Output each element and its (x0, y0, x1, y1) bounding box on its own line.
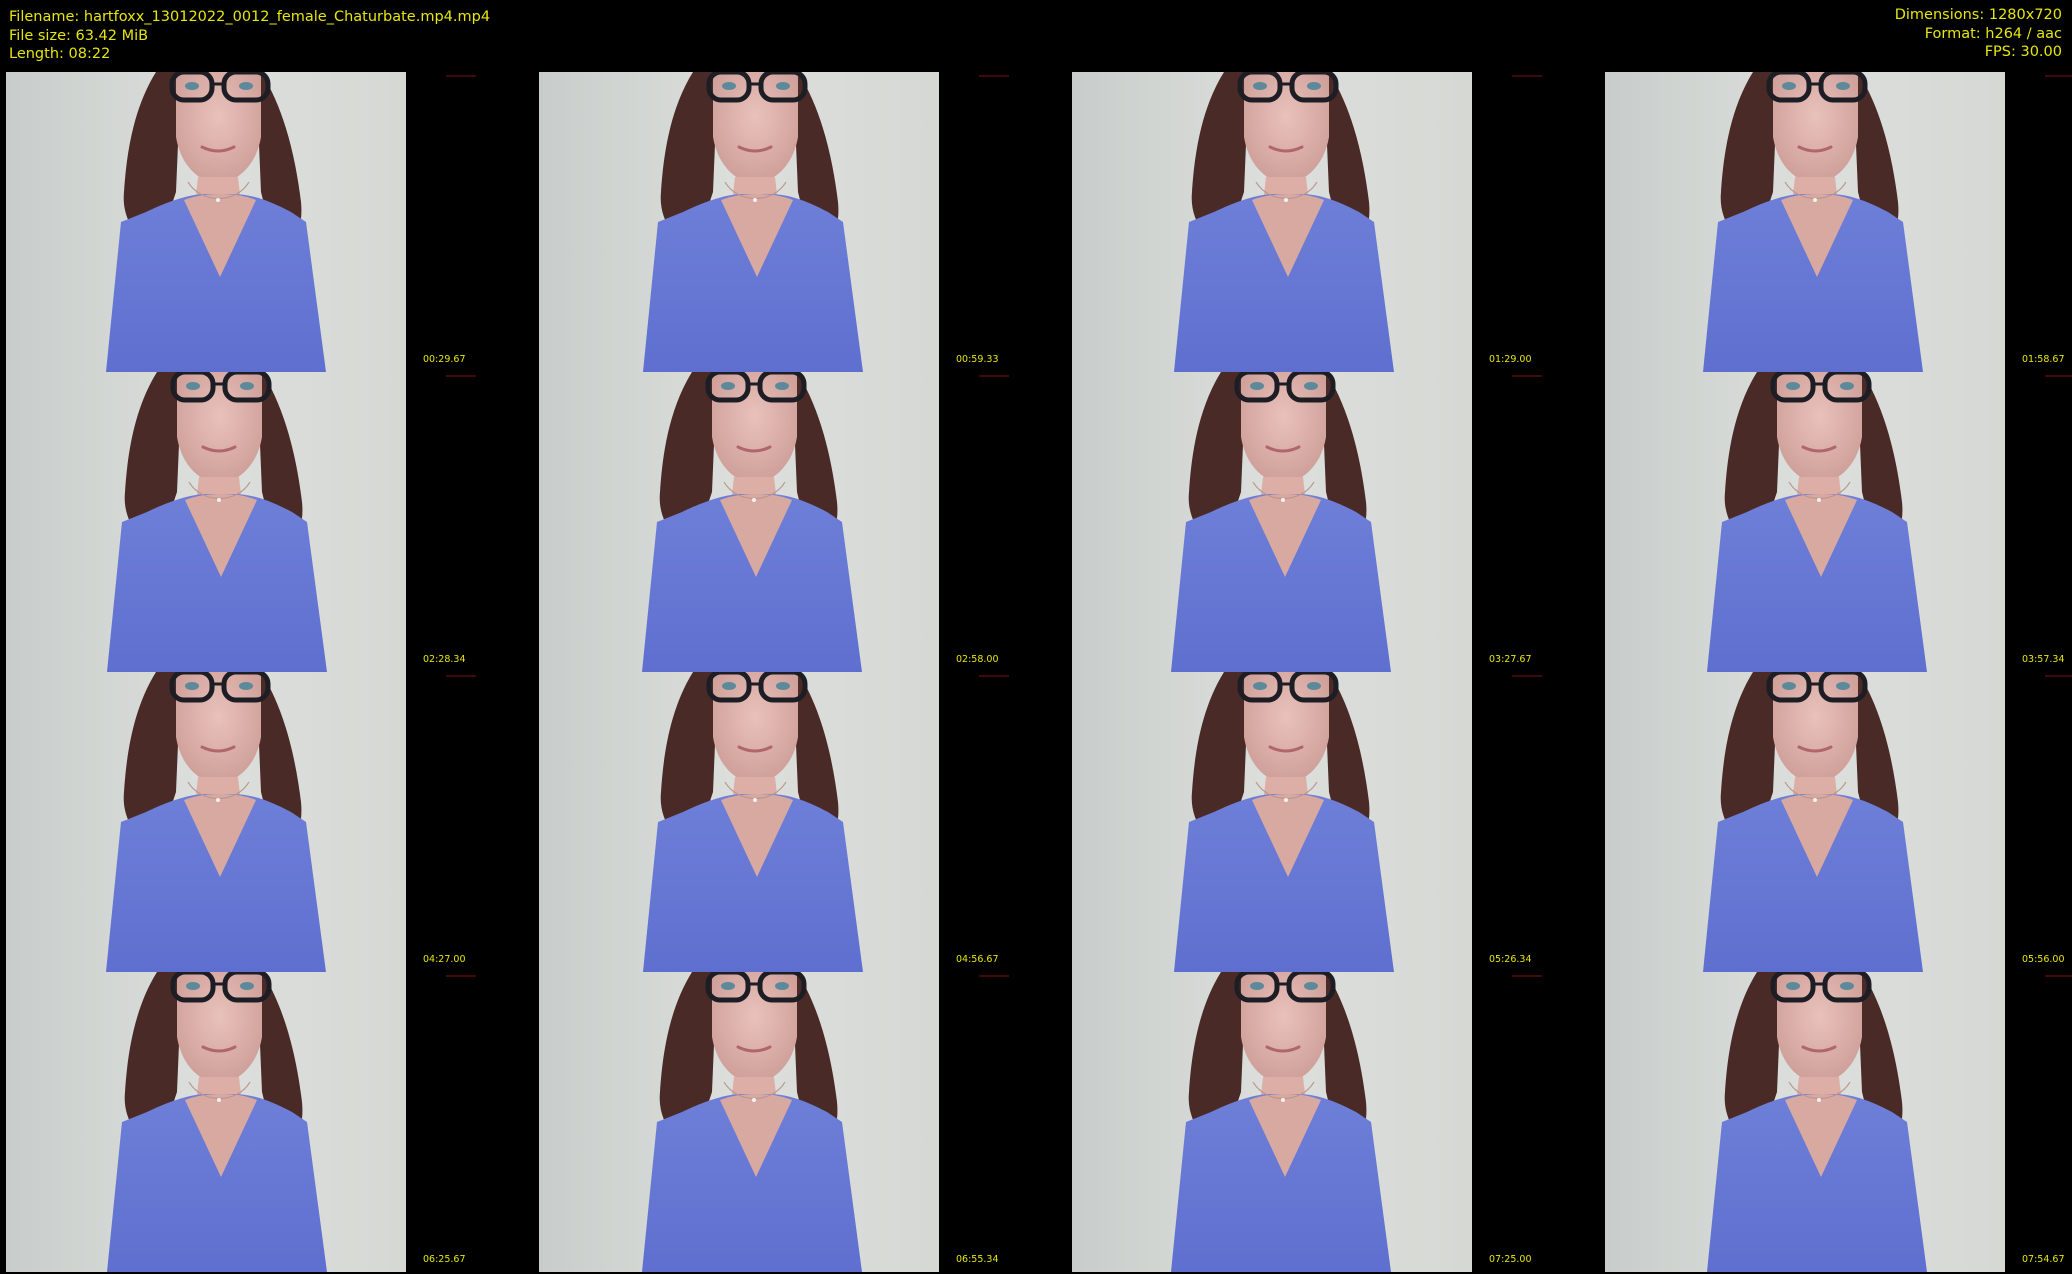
thumbnail-timestamp: 00:29.67 (423, 354, 466, 365)
frame-marker (1512, 375, 1542, 377)
thumbnail-cell: 01:29.00 (1072, 72, 1605, 372)
file-size-text: File size: 63.42 MiB (9, 27, 149, 44)
frame-marker (1512, 675, 1542, 677)
file-info: Filename: hartfoxx_13012022_0012_female_… (9, 8, 490, 64)
video-frame[interactable] (1072, 72, 1472, 372)
thumbnail-cell: 02:28.34 (6, 372, 539, 672)
thumbnail-cell: 05:56.00 (1605, 672, 2072, 972)
thumbnail-timestamp: 05:26.34 (1489, 954, 1532, 965)
thumbnail-cell: 06:25.67 (6, 972, 539, 1272)
video-frame[interactable] (1605, 72, 2005, 372)
thumbnail-cell: 04:27.00 (6, 672, 539, 972)
filename-text: Filename: hartfoxx_13012022_0012_female_… (9, 9, 491, 25)
thumbnail-cell: 03:27.67 (1072, 372, 1605, 672)
thumbnail-timestamp: 02:58.00 (956, 654, 999, 665)
frame-marker (2045, 375, 2072, 377)
thumbnail-cell: 02:58.00 (539, 372, 1072, 672)
frame-marker (446, 675, 476, 677)
video-frame[interactable] (1072, 672, 1472, 972)
thumbnail-timestamp: 01:58.67 (2022, 354, 2065, 365)
thumbnail-cell: 01:58.67 (1605, 72, 2072, 372)
frame-marker (1512, 975, 1542, 977)
video-info: Dimensions: 1280x720 Format: h264 / aac … (1895, 6, 2062, 62)
video-frame[interactable] (1605, 972, 2005, 1272)
frame-marker (446, 375, 476, 377)
frame-marker (979, 375, 1009, 377)
thumbnail-cell: 07:25.00 (1072, 972, 1605, 1272)
video-frame[interactable] (539, 72, 939, 372)
thumbnail-cell: 07:54.67 (1605, 972, 2072, 1272)
thumbnail-cell: 05:26.34 (1072, 672, 1605, 972)
video-frame[interactable] (1605, 672, 2005, 972)
thumbnail-timestamp: 01:29.00 (1489, 354, 1532, 365)
video-frame[interactable] (6, 72, 406, 372)
dimensions-text: Dimensions: 1280x720 (1894, 7, 2062, 23)
video-frame[interactable] (6, 972, 406, 1272)
thumbnail-grid: 00:29.67 00:59.33 01:29.00 01:58.67 02:2… (6, 72, 2072, 1274)
thumbnail-cell: 00:29.67 (6, 72, 539, 372)
thumbnail-timestamp: 06:25.67 (423, 1254, 466, 1265)
frame-marker (446, 975, 476, 977)
thumbnail-cell: 00:59.33 (539, 72, 1072, 372)
video-frame[interactable] (1605, 372, 2005, 672)
frame-marker (2045, 975, 2072, 977)
thumbnail-timestamp: 07:25.00 (1489, 1254, 1532, 1265)
frame-marker (979, 675, 1009, 677)
thumbnail-timestamp: 03:57.34 (2022, 654, 2065, 665)
fps-text: FPS: 30.00 (1984, 44, 2062, 60)
thumbnail-timestamp: 07:54.67 (2022, 1254, 2065, 1265)
format-text: Format: h264 / aac (1924, 25, 2062, 42)
thumbnail-timestamp: 02:28.34 (423, 654, 466, 665)
thumbnail-cell: 03:57.34 (1605, 372, 2072, 672)
video-frame[interactable] (539, 972, 939, 1272)
frame-marker (1512, 75, 1542, 77)
thumbnail-cell: 04:56.67 (539, 672, 1072, 972)
video-frame[interactable] (6, 672, 406, 972)
thumbnail-timestamp: 06:55.34 (956, 1254, 999, 1265)
thumbnail-timestamp: 03:27.67 (1489, 654, 1532, 665)
thumbnail-timestamp: 00:59.33 (956, 354, 999, 365)
frame-marker (2045, 675, 2072, 677)
video-frame[interactable] (539, 372, 939, 672)
video-frame[interactable] (539, 672, 939, 972)
length-text: Length: 08:22 (9, 46, 111, 62)
thumbnail-timestamp: 04:56.67 (956, 954, 999, 965)
thumbnail-cell: 06:55.34 (539, 972, 1072, 1272)
video-frame[interactable] (1072, 372, 1472, 672)
thumbnail-timestamp: 05:56.00 (2022, 954, 2065, 965)
frame-marker (2045, 75, 2072, 77)
video-frame[interactable] (1072, 972, 1472, 1272)
frame-marker (446, 75, 476, 77)
video-frame[interactable] (6, 372, 406, 672)
thumbnail-timestamp: 04:27.00 (423, 954, 466, 965)
frame-marker (979, 975, 1009, 977)
frame-marker (979, 75, 1009, 77)
info-header: Filename: hartfoxx_13012022_0012_female_… (0, 0, 2072, 72)
